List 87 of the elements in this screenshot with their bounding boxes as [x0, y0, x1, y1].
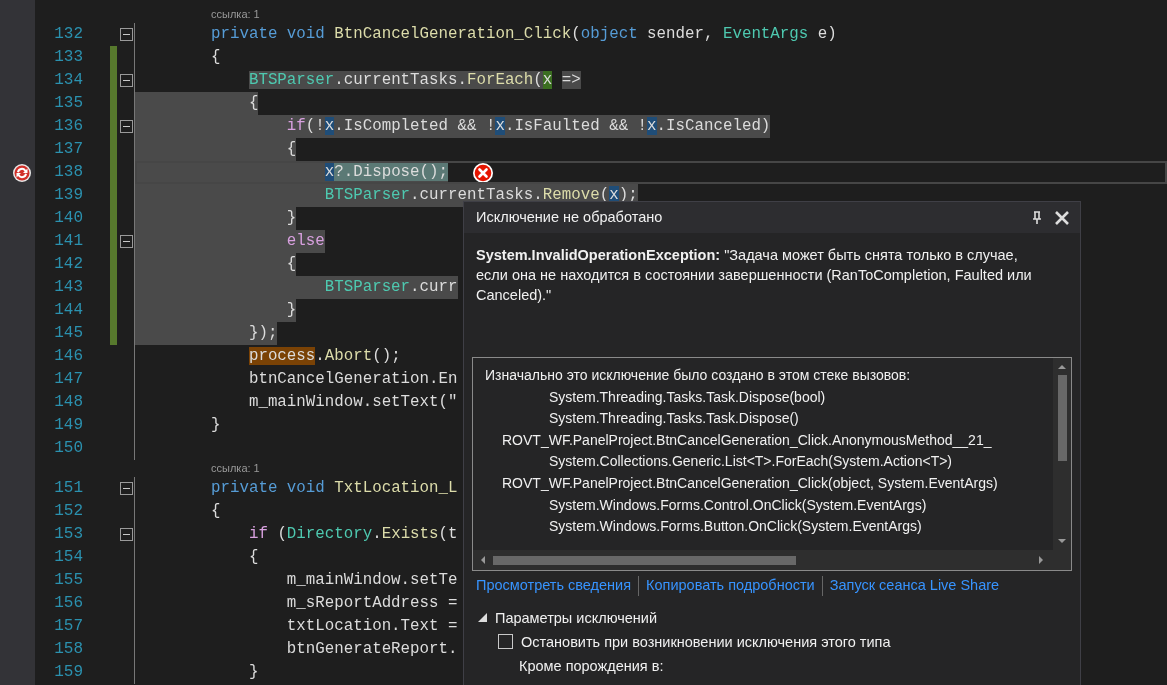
line-number: 141 [54, 231, 83, 252]
line-number: 135 [54, 93, 83, 114]
line-number: 149 [54, 415, 83, 436]
line-number: 145 [54, 323, 83, 344]
code-line: private void TxtLocation_L [211, 479, 458, 497]
line-number: 142 [54, 254, 83, 275]
line-number: 151 [54, 478, 83, 499]
line-number: 158 [54, 639, 83, 660]
code-line: { [211, 502, 221, 520]
close-icon[interactable] [1054, 209, 1070, 226]
collapse-toggle[interactable] [120, 235, 133, 248]
code-line: txtLocation.Text = [285, 617, 458, 635]
code-line: BTSParser.currentTasks.ForEach(x => [247, 71, 581, 89]
code-line: } [211, 416, 221, 434]
collapse-toggle[interactable] [120, 482, 133, 495]
code-line: private void BtnCancelGeneration_Click(object sender, EventArgs e) [211, 25, 837, 43]
line-number: 139 [54, 185, 83, 206]
code-line: btnGenerateReport. [285, 640, 458, 658]
checkbox[interactable] [498, 634, 513, 650]
line-number: 140 [54, 208, 83, 229]
horizontal-scrollbar[interactable] [473, 550, 1071, 570]
collapse-toggle[interactable] [120, 528, 133, 541]
scrollbar-thumb[interactable] [493, 555, 796, 565]
code-line: process.Abort(); [247, 347, 401, 365]
collapse-toggle[interactable] [120, 74, 133, 87]
link[interactable]: Запуск сеанса Live Share [829, 575, 1000, 597]
stack-frame: System.Windows.Forms.Control.OnClick(System.EventArgs) [549, 494, 927, 517]
section-header[interactable]: Параметры исключений [495, 606, 658, 629]
checkbox-label: Остановить при возникновении исключения этого типа [521, 632, 891, 652]
collapse-toggle[interactable] [120, 28, 133, 41]
vertical-scrollbar[interactable] [1053, 358, 1071, 550]
stack-frame: System.Threading.Tasks.Task.Dispose(bool) [549, 386, 826, 409]
code-line: btnCancelGeneration.En [247, 370, 458, 388]
line-number: 146 [54, 346, 83, 367]
code-line: if(!x.IsCompleted && !x.IsFaulted && !x.IsCanceled) [285, 117, 771, 135]
code-line: m_sReportAddress = [285, 594, 458, 612]
line-number: 148 [54, 392, 83, 413]
line-number: 144 [54, 300, 83, 321]
line-number: 150 [54, 438, 83, 459]
stack-frame: System.Threading.Tasks.Task.Dispose() [549, 408, 799, 430]
reference-count[interactable]: ссылка: 1 [211, 460, 260, 477]
error-icon [472, 161, 494, 184]
code-line: { [285, 255, 297, 273]
stack-frame: ROVT_WF.PanelProject.BtnCancelGeneration_Click.AnonymousMethod__21_ [502, 429, 992, 452]
stack-frame: System.Collections.Generic.List<T>.ForEach(System.Action<T>) [549, 451, 953, 473]
code-line: { [211, 48, 221, 66]
code-line: m_mainWindow.setText(" [247, 393, 458, 411]
link[interactable]: Копировать подробности [646, 575, 815, 597]
scrollbar-thumb[interactable] [1057, 375, 1067, 461]
exception-message: System.InvalidOperationException: "Задача может быть снята только в случае, если она не находится в состоянии завершенности (RanToCompletion, Faulted или Canceled)." [476, 246, 1033, 305]
code-line: else [285, 232, 325, 250]
code-line: } [285, 301, 297, 319]
code-line: x?.Dispose(); [323, 163, 448, 181]
line-number: 143 [54, 277, 83, 298]
line-number: 132 [54, 24, 83, 45]
code-line: { [247, 548, 259, 566]
reference-count[interactable]: ссылка: 1 [211, 6, 260, 23]
line-number: 133 [54, 47, 83, 68]
line-number: 153 [54, 524, 83, 545]
line-number: 134 [54, 70, 83, 91]
code-line: }); [247, 324, 278, 342]
stack-frame: ROVT_WF.PanelProject.BtnCancelGeneration_Click(object, System.EventArgs) [502, 472, 998, 495]
code-line: } [285, 209, 297, 227]
line-number: 147 [54, 369, 83, 390]
line-number: 159 [54, 662, 83, 683]
code-line: { [247, 94, 259, 112]
line-number: 152 [54, 501, 83, 522]
pin-icon[interactable] [1032, 210, 1042, 225]
line-number: 136 [54, 116, 83, 137]
code-line: { [285, 140, 297, 158]
line-number: 157 [54, 616, 83, 637]
line-number: 154 [54, 547, 83, 568]
collapse-toggle[interactable] [120, 120, 133, 133]
line-number: 137 [54, 139, 83, 160]
popup-title: Исключение не обработано [476, 207, 664, 227]
stack-heading: Изначально это исключение было создано в этом стеке вызовов: [485, 366, 911, 385]
stack-frame: System.Windows.Forms.Button.OnClick(System.EventArgs) [549, 516, 922, 538]
line-number: 138 [54, 162, 83, 183]
exceptions-label: Кроме порождения в: [519, 657, 664, 674]
line-number: 155 [54, 570, 83, 591]
link[interactable]: Просмотреть сведения [476, 575, 632, 597]
line-number: 156 [54, 593, 83, 614]
code-line: } [247, 663, 259, 681]
expander-arrow-icon[interactable] [478, 613, 487, 623]
code-line: m_mainWindow.setTe [285, 571, 458, 589]
code-line: BTSParser.curr [323, 278, 458, 296]
code-line: if (Directory.Exists(t [247, 525, 458, 543]
